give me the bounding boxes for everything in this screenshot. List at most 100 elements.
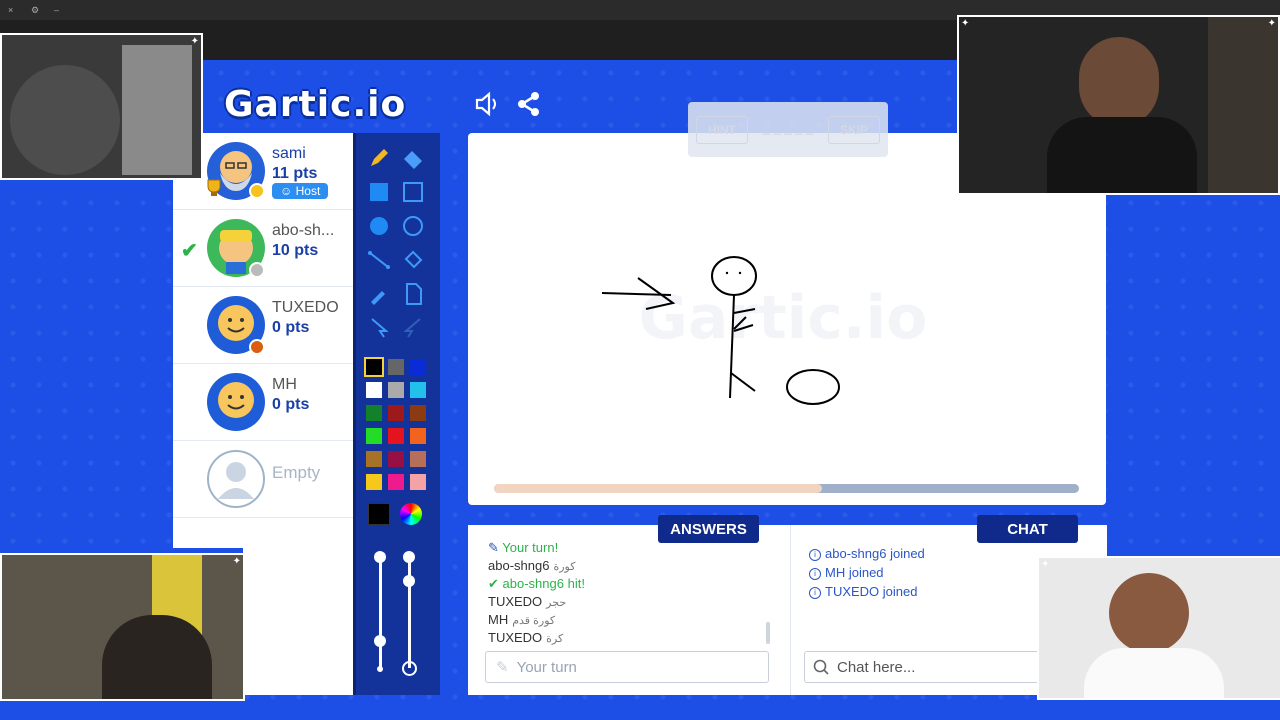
color-swatch[interactable] — [388, 382, 404, 398]
players-panel: sami 11 pts ☺ Host ✔ abo-sh... 10 pts TU… — [173, 133, 353, 548]
rect-tool-icon[interactable] — [400, 179, 426, 205]
search-icon — [813, 659, 829, 675]
answer-text: كرة — [546, 633, 564, 645]
empty-avatar-icon — [207, 450, 265, 508]
selected-color-swatch[interactable] — [368, 503, 390, 525]
chat-line: i abo-shng6 joined — [809, 546, 925, 561]
color-swatch[interactable] — [366, 451, 382, 467]
player-points: 0 pts — [272, 396, 310, 413]
color-swatch[interactable] — [410, 474, 426, 490]
share-icon[interactable] — [515, 90, 543, 118]
line-tool-icon[interactable] — [366, 247, 392, 273]
chat-line: i MH joined — [809, 565, 884, 580]
bottom-left-webcam: ✦ — [0, 553, 245, 701]
color-swatch[interactable] — [366, 405, 382, 421]
answer-line: TUXEDO كرة — [488, 630, 563, 645]
settings-icon[interactable]: ⚙ — [31, 5, 41, 15]
small-brush-dot — [377, 666, 383, 672]
player-avatar — [207, 373, 265, 431]
answer-text: Your turn! — [502, 540, 559, 555]
filled-circle-tool-icon[interactable] — [366, 213, 392, 239]
skip-button[interactable]: SKIP — [828, 116, 880, 144]
eraser-tool-icon[interactable] — [400, 145, 426, 171]
color-wheel-icon[interactable] — [400, 503, 422, 525]
fill-bucket-tool-icon[interactable] — [400, 247, 426, 273]
color-swatch[interactable] — [366, 474, 382, 490]
answer-line: ✔ abo-shng6 hit! — [488, 576, 585, 592]
slider-knob[interactable] — [403, 575, 415, 587]
color-swatch[interactable] — [388, 405, 404, 421]
answer-user: abo-shng6 — [502, 576, 564, 591]
answer-text: hit! — [567, 576, 585, 591]
eyedropper-tool-icon[interactable] — [366, 281, 392, 307]
canvas-watermark: Gartic.io — [639, 283, 928, 353]
color-swatch[interactable] — [410, 451, 426, 467]
player-row[interactable]: ✔ abo-sh... 10 pts — [173, 210, 353, 287]
chat-tab[interactable]: CHAT — [977, 515, 1078, 543]
slider-knob[interactable] — [374, 635, 386, 647]
close-window-icon[interactable]: × — [8, 5, 18, 15]
answer-user: TUXEDO — [488, 594, 543, 609]
new-page-tool-icon[interactable] — [400, 281, 426, 307]
pencil-icon: ✎ — [496, 659, 509, 676]
color-swatch[interactable] — [410, 359, 426, 375]
players-panel-extension — [243, 548, 353, 695]
round-timer-fill — [494, 484, 822, 493]
status-dot — [249, 262, 265, 278]
player-row[interactable]: TUXEDO 0 pts — [173, 287, 353, 364]
answer-line: TUXEDO حجر — [488, 594, 566, 609]
chat-text: joined — [890, 546, 925, 561]
circle-tool-icon[interactable] — [400, 213, 426, 239]
host-badge: ☺ Host — [272, 183, 329, 199]
host-icon: ☺ — [280, 184, 293, 198]
chat-input[interactable]: Chat here... — [804, 651, 1046, 683]
chat-text: joined — [848, 565, 884, 580]
player-points: 0 pts — [272, 319, 310, 336]
color-swatch[interactable] — [388, 359, 404, 375]
redo-tool-icon[interactable] — [400, 315, 426, 341]
sound-icon[interactable] — [473, 90, 501, 118]
color-swatch[interactable] — [410, 382, 426, 398]
color-swatch[interactable] — [366, 382, 382, 398]
status-dot — [249, 183, 265, 199]
color-swatch[interactable] — [410, 405, 426, 421]
info-icon: i — [809, 567, 821, 580]
drawing-toolbox — [353, 133, 440, 695]
game-logo: Gartic.io — [224, 84, 407, 125]
round-timer-bar — [494, 484, 1079, 493]
trophy-icon — [207, 179, 221, 196]
answer-input-placeholder: Your turn — [516, 658, 577, 676]
player-name: sami — [272, 145, 306, 162]
answer-user: MH — [488, 612, 509, 627]
answers-scrollbar[interactable] — [766, 622, 770, 644]
player-row[interactable]: MH 0 pts — [173, 364, 353, 441]
answer-line: ✎ Your turn! — [488, 540, 558, 556]
hint-button[interactable]: HINT — [696, 116, 748, 144]
color-swatch[interactable] — [364, 357, 384, 377]
slider-knob[interactable] — [403, 551, 415, 563]
filled-rect-tool-icon[interactable] — [366, 179, 392, 205]
info-icon: i — [809, 548, 821, 561]
answers-tab[interactable]: ANSWERS — [658, 515, 759, 543]
chat-input-placeholder: Chat here... — [837, 658, 916, 676]
player-name: TUXEDO — [272, 299, 339, 316]
word-pattern: _ _ _ _ _ — [762, 120, 814, 135]
slider-knob[interactable] — [374, 551, 386, 563]
color-swatch[interactable] — [388, 451, 404, 467]
minimize-icon[interactable]: – — [54, 5, 64, 15]
color-swatch[interactable] — [388, 428, 404, 444]
chat-user: TUXEDO — [825, 584, 880, 599]
color-swatch[interactable] — [410, 428, 426, 444]
color-swatch[interactable] — [388, 474, 404, 490]
large-brush-ring — [402, 661, 417, 676]
answer-user: abo-shng6 — [488, 558, 550, 573]
color-swatch[interactable] — [366, 428, 382, 444]
player-points: 11 pts — [272, 165, 318, 182]
answer-user: TUXEDO — [488, 630, 543, 645]
answer-input[interactable]: ✎ Your turn — [485, 651, 769, 683]
brush-size-slider[interactable] — [379, 558, 382, 668]
host-badge-label: Host — [295, 184, 321, 198]
top-left-webcam: ✦ — [0, 33, 203, 180]
undo-tool-icon[interactable] — [366, 315, 392, 341]
pencil-tool-icon[interactable] — [366, 145, 392, 171]
